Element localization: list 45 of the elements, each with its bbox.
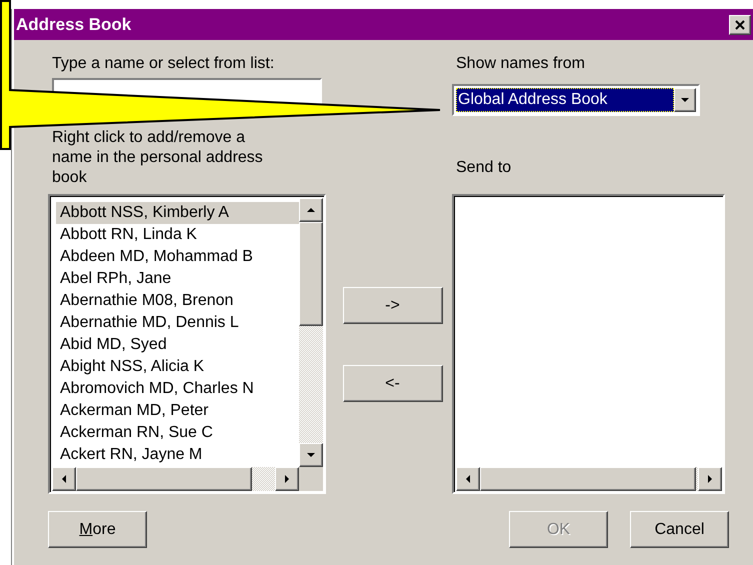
scroll-thumb[interactable] xyxy=(76,467,252,491)
name-list-item[interactable]: Abromovich MD, Charles N xyxy=(56,378,299,400)
close-icon xyxy=(735,20,745,30)
name-list-item[interactable]: Ackerman RN, Sue C xyxy=(56,422,299,444)
scroll-thumb[interactable] xyxy=(299,222,323,326)
send-to-list[interactable] xyxy=(452,194,725,494)
name-list-item[interactable]: Ackerman MD, Peter xyxy=(56,400,299,422)
names-list[interactable] xyxy=(48,194,326,494)
up-triangle-icon xyxy=(307,206,315,214)
dropdown-value: Global Address Book xyxy=(456,88,674,112)
cancel-button[interactable]: Cancel xyxy=(630,511,729,548)
left-triangle-icon xyxy=(464,475,472,483)
right-triangle-icon xyxy=(283,475,291,483)
name-list-item[interactable]: Abel RPh, Jane xyxy=(56,268,299,290)
scrollbar-corner xyxy=(299,467,323,491)
close-button[interactable] xyxy=(729,14,751,34)
scroll-right-button[interactable] xyxy=(698,467,722,491)
down-triangle-icon xyxy=(681,96,689,104)
add-button[interactable]: -> xyxy=(342,287,442,324)
more-button[interactable]: More xyxy=(48,511,147,548)
window-title: Address Book xyxy=(16,14,132,34)
name-list-item[interactable]: Abernathie MD, Dennis L xyxy=(56,312,299,334)
down-triangle-icon xyxy=(307,451,315,459)
list-hint: Right click to add/remove a name in the personal address book xyxy=(51,128,264,188)
field-label: Show names from xyxy=(455,54,586,74)
right-triangle-icon xyxy=(706,475,714,483)
name-list-item[interactable]: Abdeen MD, Mohammad B xyxy=(56,246,299,268)
name-list-item[interactable]: Abid MD, Syed xyxy=(56,334,299,356)
remove-button[interactable]: <- xyxy=(342,365,442,402)
scroll-left-button[interactable] xyxy=(456,467,480,491)
dropdown-button[interactable] xyxy=(674,88,696,112)
field-label: Send to xyxy=(455,158,512,178)
name-list-item[interactable]: Ackert RN, Jayne M xyxy=(56,444,299,466)
left-triangle-icon xyxy=(60,475,68,483)
name-list-item[interactable]: Abbott RN, Linda K xyxy=(56,224,299,246)
scroll-down-button[interactable] xyxy=(299,443,323,467)
scroll-thumb[interactable] xyxy=(480,467,696,491)
name-list-item[interactable]: Abbott NSS, Kimberly A xyxy=(56,202,299,224)
scroll-right-button[interactable] xyxy=(275,467,299,491)
name-list-item[interactable]: Abight NSS, Alicia K xyxy=(56,356,299,378)
source-dropdown[interactable]: Global Address Book xyxy=(452,84,700,116)
scroll-left-button[interactable] xyxy=(52,467,76,491)
name-list-item[interactable]: Abernathie M08, Brenon xyxy=(56,290,299,312)
scroll-up-button[interactable] xyxy=(299,198,323,222)
field-label: Type a name or select from list: xyxy=(51,54,276,74)
